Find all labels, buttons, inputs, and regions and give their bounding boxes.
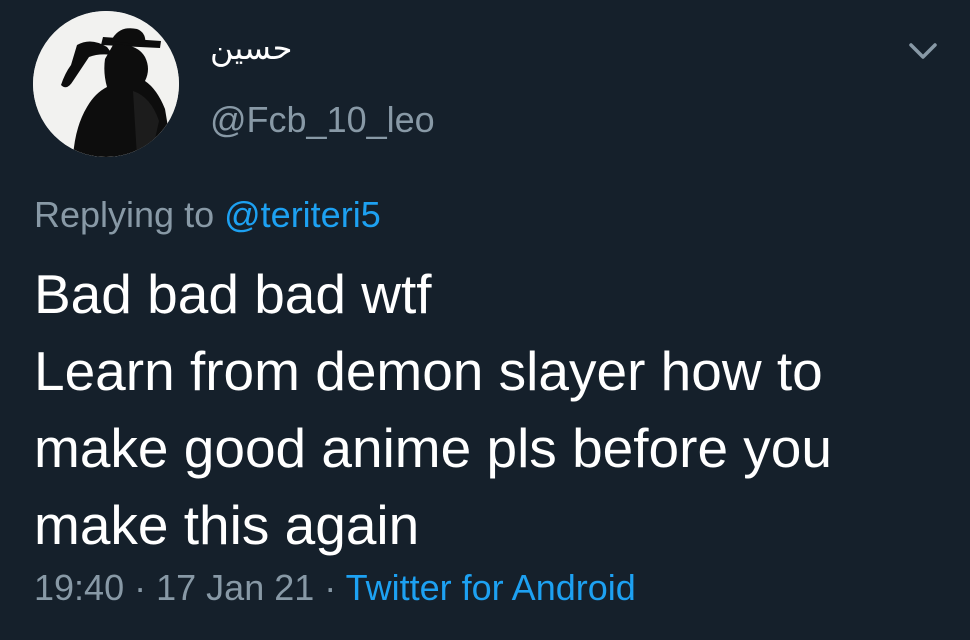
tweet-time[interactable]: 19:40 — [34, 567, 124, 608]
reply-context: Replying to @teriteri5 — [34, 193, 381, 237]
tweet-card: حسين @Fcb_10_leo Replying to @teriteri5 … — [0, 0, 970, 640]
tweet-text-line: Bad bad bad wtf — [34, 263, 432, 325]
meta-separator: · — [324, 567, 337, 608]
tweet-meta: 19:40 · 17 Jan 21 · Twitter for Android — [34, 566, 636, 610]
tweet-text: Bad bad bad wtf Learn from demon slayer … — [34, 256, 944, 564]
tweet-text-line: Learn from demon slayer how to — [34, 340, 823, 402]
tweet-text-line: make good anime pls before you — [34, 417, 832, 479]
silhouette-avatar-icon — [33, 11, 179, 157]
reply-prefix: Replying to — [34, 194, 215, 235]
chevron-down-icon[interactable] — [903, 36, 943, 64]
user-handle[interactable]: @Fcb_10_leo — [210, 98, 435, 142]
tweet-source-link[interactable]: Twitter for Android — [346, 567, 636, 608]
meta-separator: · — [134, 567, 147, 608]
reply-mention-link[interactable]: @teriteri5 — [224, 194, 381, 235]
tweet-date[interactable]: 17 Jan 21 — [156, 567, 314, 608]
display-name[interactable]: حسين — [210, 28, 292, 68]
avatar[interactable] — [33, 11, 179, 157]
tweet-text-line: make this again — [34, 494, 420, 556]
